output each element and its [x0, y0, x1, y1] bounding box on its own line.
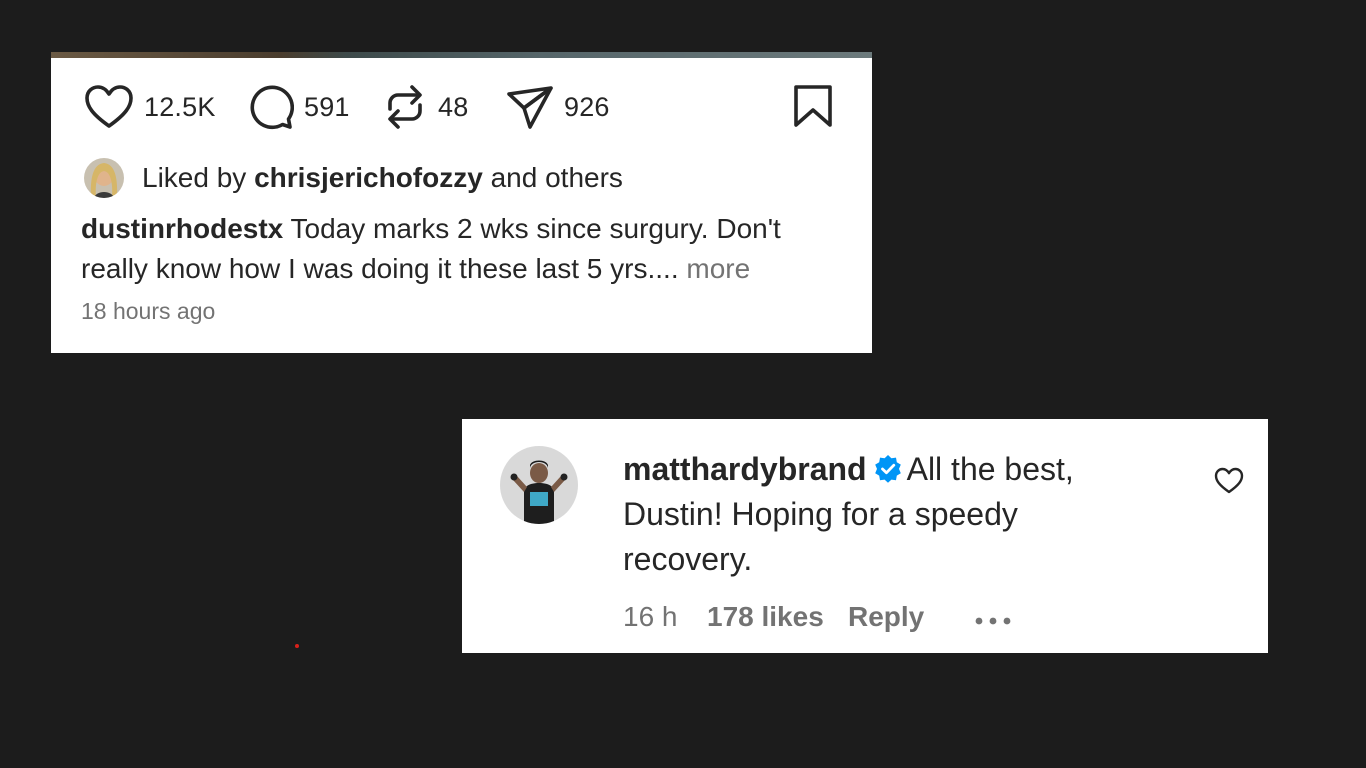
commenter-avatar[interactable] [500, 446, 578, 524]
share-count: 926 [564, 91, 610, 122]
comment-likes[interactable]: 178 likes [707, 601, 824, 633]
comment-meta-row: 16 h 178 likes Reply [623, 601, 1223, 641]
post-timestamp: 18 hours ago [81, 298, 216, 324]
verified-badge-icon [874, 455, 901, 483]
heart-icon[interactable] [1214, 467, 1244, 495]
repost-icon[interactable] [382, 82, 428, 132]
post-action-bar: 12.5K 591 48 926 [84, 82, 844, 132]
caption-more-link[interactable]: more [686, 253, 750, 284]
red-mark [295, 644, 299, 648]
reply-button[interactable]: Reply [848, 601, 924, 633]
liked-by-username[interactable]: chrisjerichofozzy [254, 162, 483, 194]
post-image-edge[interactable] [51, 52, 872, 58]
more-dots-icon[interactable] [974, 616, 1014, 626]
like-action[interactable]: 12.5K [84, 82, 216, 132]
liked-by-prefix: Liked by [142, 162, 255, 193]
comment-username[interactable]: matthardybrand [623, 451, 867, 487]
share-action[interactable]: 926 [506, 82, 610, 132]
comment-card: matthardybrand All the best, Dustin! Hop… [462, 419, 1268, 653]
liked-by-row: Liked by chrisjerichofozzy and others [84, 157, 623, 199]
repost-action[interactable]: 48 [382, 82, 468, 132]
comment-like-button[interactable] [1214, 467, 1244, 500]
comment-icon[interactable] [246, 83, 294, 131]
like-count: 12.5K [144, 91, 216, 122]
post-card: 12.5K 591 48 926 Liked by chrisjerichofo… [51, 52, 872, 353]
comment-count: 591 [304, 91, 350, 122]
post-caption: dustinrhodestx Today marks 2 wks since s… [81, 209, 851, 289]
liked-by-suffix[interactable]: and others [483, 162, 623, 194]
comment-time: 16 h [623, 601, 678, 632]
heart-icon[interactable] [84, 84, 134, 130]
bookmark-icon[interactable] [792, 84, 834, 128]
caption-username[interactable]: dustinrhodestx [81, 213, 283, 244]
liker-avatar[interactable] [84, 158, 124, 198]
comment-body: matthardybrand All the best, Dustin! Hop… [623, 447, 1143, 582]
save-button[interactable] [792, 84, 834, 133]
share-icon[interactable] [506, 84, 554, 130]
repost-count: 48 [438, 91, 469, 122]
comment-action[interactable]: 591 [246, 82, 350, 132]
